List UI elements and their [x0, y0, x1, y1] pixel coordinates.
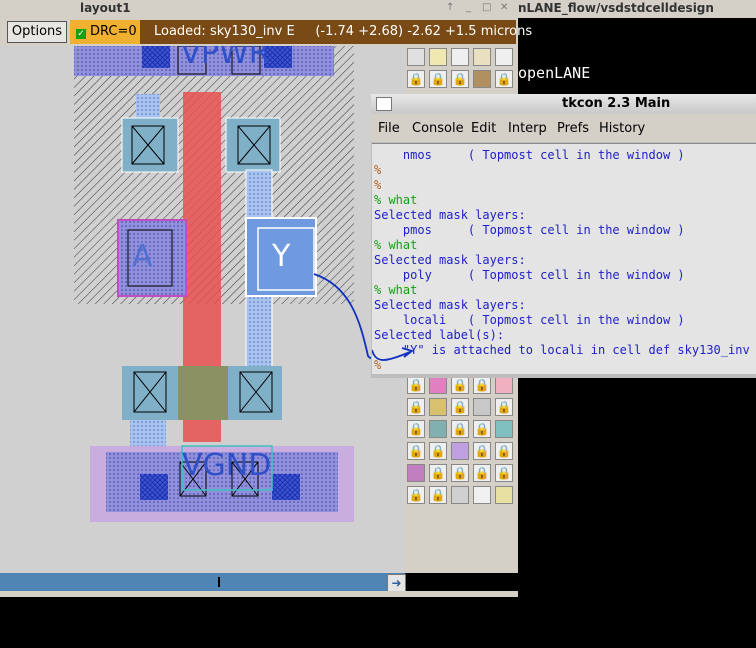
- console-line: % what: [374, 238, 418, 252]
- layer-swatch[interactable]: [495, 376, 513, 394]
- lock-icon[interactable]: 🔒: [407, 486, 425, 504]
- lock-icon[interactable]: 🔒: [407, 442, 425, 460]
- layer-swatch[interactable]: [495, 420, 513, 438]
- a-label: A: [132, 239, 153, 274]
- lock-icon[interactable]: 🔒: [473, 442, 491, 460]
- layout-titlebar: layout1 ↑ _ □ ✕: [0, 0, 518, 18]
- layout-title: layout1: [80, 1, 131, 15]
- lock-icon[interactable]: 🔒: [495, 442, 513, 460]
- vpwr-label: VPWR: [180, 46, 270, 71]
- layer-swatch[interactable]: [473, 48, 491, 66]
- layer-swatch[interactable]: [451, 486, 469, 504]
- status-readout: Loaded: sky130_inv E (-1.74 +2.68) -2.62…: [140, 20, 532, 44]
- options-button[interactable]: Options: [7, 21, 67, 43]
- horizontal-scrollbar[interactable]: [0, 573, 405, 591]
- tkcon-title: tkcon 2.3 Main: [562, 96, 671, 111]
- lock-icon[interactable]: 🔒: [407, 420, 425, 438]
- console-line: Selected mask layers:: [374, 253, 526, 267]
- lock-icon[interactable]: 🔒: [451, 398, 469, 416]
- layer-swatch[interactable]: [429, 376, 447, 394]
- lock-icon[interactable]: 🔒: [495, 70, 513, 88]
- lock-icon[interactable]: 🔒: [495, 464, 513, 482]
- layer-swatch[interactable]: [495, 486, 513, 504]
- layout-drawing: [74, 46, 405, 522]
- menu-prefs[interactable]: Prefs: [557, 121, 589, 136]
- lock-icon[interactable]: 🔒: [407, 398, 425, 416]
- grid-icon[interactable]: [407, 48, 425, 66]
- layer-swatch[interactable]: [451, 442, 469, 460]
- console-line: Selected mask layers:: [374, 208, 526, 222]
- lock-icon[interactable]: 🔒: [473, 376, 491, 394]
- terminal-titlebar: nLANE_flow/vsdstdcelldesign: [518, 0, 756, 18]
- console-line: % what: [374, 193, 418, 207]
- terminal-text: openLANE: [518, 64, 591, 82]
- window-bottom-edge: [0, 591, 518, 597]
- layout-canvas[interactable]: VPWR A Y VGND: [0, 46, 405, 573]
- console-line: nmos ( Topmost cell in the window ): [374, 148, 685, 162]
- console-line: %: [374, 178, 382, 192]
- lock-icon[interactable]: 🔒: [451, 376, 469, 394]
- lock-icon[interactable]: 🔒: [407, 376, 425, 394]
- lock-icon[interactable]: 🔒: [451, 70, 469, 88]
- checkbox-icon: ✓: [76, 29, 86, 39]
- console-line: pmos ( Topmost cell in the window ): [374, 223, 685, 237]
- lock-icon[interactable]: 🔒: [407, 70, 425, 88]
- minimize-icon[interactable]: _: [466, 2, 471, 13]
- drc-label: DRC=0: [90, 24, 137, 39]
- layer-swatch[interactable]: [429, 420, 447, 438]
- layer-swatch[interactable]: [429, 48, 447, 66]
- vgnd-label: VGND: [182, 448, 272, 483]
- scroll-thumb[interactable]: [218, 577, 220, 587]
- layer-swatch[interactable]: [473, 486, 491, 504]
- restore-icon[interactable]: □: [482, 2, 491, 13]
- layer-swatch[interactable]: [473, 70, 491, 88]
- lock-icon[interactable]: 🔒: [429, 442, 447, 460]
- console-line: Selected mask layers:: [374, 298, 526, 312]
- lock-icon[interactable]: 🔒: [451, 420, 469, 438]
- lock-icon[interactable]: 🔒: [429, 70, 447, 88]
- close-icon[interactable]: ✕: [500, 2, 508, 13]
- console-line: locali ( Topmost cell in the window ): [374, 313, 685, 327]
- layer-swatch[interactable]: [429, 398, 447, 416]
- menu-edit[interactable]: Edit: [471, 121, 496, 136]
- lock-icon[interactable]: 🔒: [495, 398, 513, 416]
- layer-swatch[interactable]: [451, 48, 469, 66]
- y-label: Y: [272, 239, 291, 274]
- lock-icon[interactable]: 🔒: [429, 464, 447, 482]
- layer-swatch[interactable]: [495, 48, 513, 66]
- menu-history[interactable]: History: [599, 121, 645, 136]
- lock-icon[interactable]: 🔒: [473, 420, 491, 438]
- layer-swatch[interactable]: [407, 464, 425, 482]
- drc-indicator[interactable]: ✓ DRC=0: [70, 20, 140, 44]
- console-line: "Y" is attached to locali in cell def sk…: [374, 343, 750, 357]
- console-line: poly ( Topmost cell in the window ): [374, 268, 685, 282]
- scroll-right-icon[interactable]: ➜: [387, 574, 406, 592]
- annotation-arrow-tail: [372, 347, 414, 361]
- menu-console[interactable]: Console: [412, 121, 464, 136]
- menu-interp[interactable]: Interp: [508, 121, 547, 136]
- lock-icon[interactable]: 🔒: [473, 464, 491, 482]
- window-menu-icon[interactable]: [376, 97, 392, 111]
- lock-icon[interactable]: 🔒: [451, 464, 469, 482]
- layer-swatch[interactable]: [473, 398, 491, 416]
- lock-icon[interactable]: 🔒: [429, 486, 447, 504]
- terminal-title: nLANE_flow/vsdstdcelldesign: [518, 1, 714, 15]
- menu-file[interactable]: File: [378, 121, 400, 136]
- console-line: % what: [374, 283, 418, 297]
- tkcon-console[interactable]: nmos ( Topmost cell in the window ) % % …: [372, 143, 756, 374]
- console-line: %: [374, 163, 382, 177]
- maximize-icon[interactable]: ↑: [446, 2, 454, 13]
